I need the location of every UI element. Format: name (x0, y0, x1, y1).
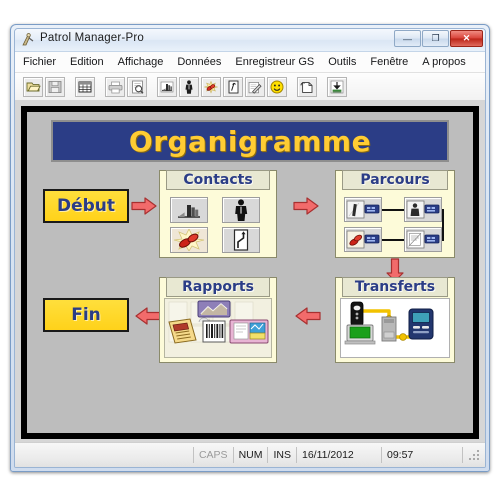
new-page-icon[interactable] (297, 77, 317, 97)
start-box[interactable]: Début (43, 189, 129, 223)
window-inner-frame: Patrol Manager-Pro — ❐ ✕ Fichier Edition… (14, 28, 486, 468)
checkpoint-site-icon[interactable] (344, 197, 382, 222)
status-caps: CAPS (192, 447, 234, 463)
report-book-icon[interactable] (166, 317, 200, 350)
smiley-face-icon[interactable] (267, 77, 287, 97)
toolbar-separator-3 (149, 77, 155, 97)
menu-item-affichage[interactable]: Affichage (118, 55, 172, 69)
close-button[interactable]: ✕ (450, 30, 483, 47)
page-title: Organigramme (128, 124, 372, 158)
menu-item-a-propos[interactable]: A propos (422, 55, 473, 69)
checkpoint-report-icon[interactable] (404, 227, 442, 252)
report-document-icon[interactable] (228, 317, 270, 350)
report-barcode-icon[interactable] (197, 316, 227, 349)
group-parcours[interactable]: Parcours (335, 170, 455, 258)
menu-item-edition[interactable]: Edition (70, 55, 112, 69)
edit-pencil-icon[interactable] (245, 77, 265, 97)
group-contacts-title: Contacts (166, 170, 270, 190)
toolbar (15, 73, 485, 102)
maximize-icon: ❐ (431, 33, 440, 43)
end-box[interactable]: Fin (43, 298, 129, 332)
client-area: Organigramme Début Fin Contacts Parcours… (15, 100, 485, 443)
arrow-contacts-to-parcours (293, 196, 319, 221)
close-icon: ✕ (462, 33, 471, 43)
menu-item-enregistreur-gs[interactable]: Enregistreur GS (235, 55, 322, 69)
parcours-connector-right (442, 209, 444, 241)
group-transferts-label: Transferts (354, 279, 436, 295)
group-rapports-body (164, 298, 272, 358)
status-bar: CAPS NUM INS 16/11/2012 09:57 (15, 442, 485, 467)
application-window: Patrol Manager-Pro — ❐ ✕ Fichier Edition… (10, 24, 490, 472)
open-folder-icon[interactable] (23, 77, 43, 97)
group-transferts-title: Transferts (342, 277, 448, 297)
group-transferts[interactable]: Transferts (335, 277, 455, 363)
status-time: 09:57 (381, 447, 463, 463)
checkpoint-person-icon[interactable] (404, 197, 442, 222)
title-bar[interactable]: Patrol Manager-Pro — ❐ ✕ (15, 29, 485, 52)
incident-alert-icon[interactable] (201, 77, 221, 97)
toolbar-separator-4 (289, 77, 295, 97)
badge-tag-icon[interactable] (223, 77, 243, 97)
arrow-transferts-to-rapports (291, 306, 321, 331)
status-ins: INS (267, 447, 297, 463)
person-agent-icon[interactable] (222, 197, 260, 223)
menu-item-fichier[interactable]: Fichier (23, 55, 64, 69)
toolbar-separator-1 (67, 77, 73, 97)
checkpoint-incident-icon[interactable] (344, 227, 382, 252)
parcours-connector-bottom (382, 239, 404, 241)
window-title: Patrol Manager-Pro (40, 32, 144, 44)
site-building-icon[interactable] (157, 77, 177, 97)
toolbar-separator-2 (97, 77, 103, 97)
save-disk-icon[interactable] (45, 77, 65, 97)
organigramme-diagram: Organigramme Début Fin Contacts Parcours… (21, 106, 479, 439)
menu-item-fenetre[interactable]: Fenêtre (370, 55, 416, 69)
toolbar-separator-5 (319, 77, 325, 97)
group-contacts[interactable]: Contacts (159, 170, 277, 258)
arrow-debut-to-contacts (131, 196, 157, 221)
download-transfer-icon[interactable] (327, 77, 347, 97)
person-agent-icon[interactable] (179, 77, 199, 97)
print-preview-icon[interactable] (127, 77, 147, 97)
end-box-label: Fin (71, 305, 101, 325)
patrol-app-icon (20, 32, 36, 48)
group-parcours-title: Parcours (342, 170, 448, 190)
group-contacts-body (166, 193, 270, 253)
group-contacts-label: Contacts (183, 172, 253, 188)
maximize-button[interactable]: ❐ (422, 30, 449, 47)
resize-grip-icon[interactable] (466, 447, 482, 463)
site-building-icon[interactable] (170, 197, 208, 223)
menu-item-outils[interactable]: Outils (328, 55, 364, 69)
table-grid-icon[interactable] (75, 77, 95, 97)
group-rapports-label: Rapports (182, 279, 254, 295)
minimize-icon: — (403, 33, 412, 44)
group-parcours-label: Parcours (360, 172, 430, 188)
arrow-rapports-to-fin (131, 306, 161, 331)
status-date: 16/11/2012 (296, 447, 382, 463)
window-controls: — ❐ ✕ (394, 30, 483, 47)
printer-icon[interactable] (105, 77, 125, 97)
group-parcours-body (342, 193, 448, 252)
status-num: NUM (232, 447, 269, 463)
group-rapports[interactable]: Rapports (159, 277, 277, 363)
incident-alert-icon[interactable] (170, 227, 208, 253)
route-path-icon[interactable] (222, 227, 260, 253)
menu-bar: Fichier Edition Affichage Données Enregi… (15, 52, 485, 73)
start-box-label: Début (56, 196, 116, 216)
diagram-banner: Organigramme (51, 120, 449, 162)
minimize-button[interactable]: — (394, 30, 421, 47)
group-transferts-body (340, 298, 450, 358)
menu-item-donnees[interactable]: Données (177, 55, 229, 69)
group-rapports-title: Rapports (166, 277, 270, 297)
parcours-connector-top (382, 209, 404, 211)
